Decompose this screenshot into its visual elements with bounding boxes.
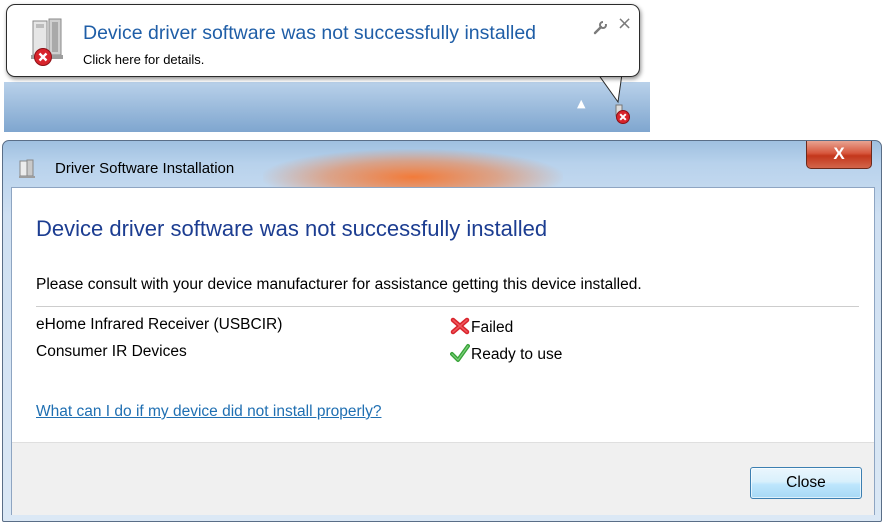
device-installer-icon (31, 18, 63, 66)
taskbar (4, 82, 650, 132)
device-status-failed: Failed (450, 316, 513, 337)
dialog-title: Driver Software Installation (55, 160, 235, 177)
green-check-icon (450, 344, 470, 362)
help-link[interactable]: What can I do if my device did not insta… (36, 403, 381, 421)
status-label: Ready to use (471, 346, 563, 363)
wrench-icon[interactable] (592, 20, 608, 36)
window-close-button[interactable]: X (806, 141, 872, 169)
driver-installation-dialog: Driver Software Installation X Device dr… (2, 140, 882, 522)
device-installer-icon (19, 159, 35, 178)
device-status-ready: Ready to use (450, 343, 562, 364)
balloon-details-link[interactable]: Click here for details. (83, 52, 204, 67)
device-error-tray-icon[interactable] (612, 104, 632, 124)
close-button[interactable]: Close (750, 467, 862, 499)
device-name-usbcir: eHome Infrared Receiver (USBCIR) (36, 316, 283, 333)
status-label: Failed (471, 319, 514, 336)
red-x-icon (450, 317, 470, 335)
device-name-consumer-ir: Consumer IR Devices (36, 343, 187, 360)
instruction-text: Please consult with your device manufact… (36, 276, 642, 293)
page-title: Device driver software was not successfu… (36, 216, 548, 241)
dialog-content: Device driver software was not successfu… (11, 187, 875, 515)
divider (36, 306, 859, 307)
balloon-tail (597, 74, 623, 104)
balloon-close-icon[interactable]: × (617, 14, 632, 34)
balloon-title[interactable]: Device driver software was not successfu… (83, 22, 536, 45)
notification-balloon[interactable]: Device driver software was not successfu… (6, 4, 640, 77)
show-hidden-icons-button[interactable]: ▲ (577, 97, 585, 110)
dialog-footer: Close (12, 442, 874, 515)
